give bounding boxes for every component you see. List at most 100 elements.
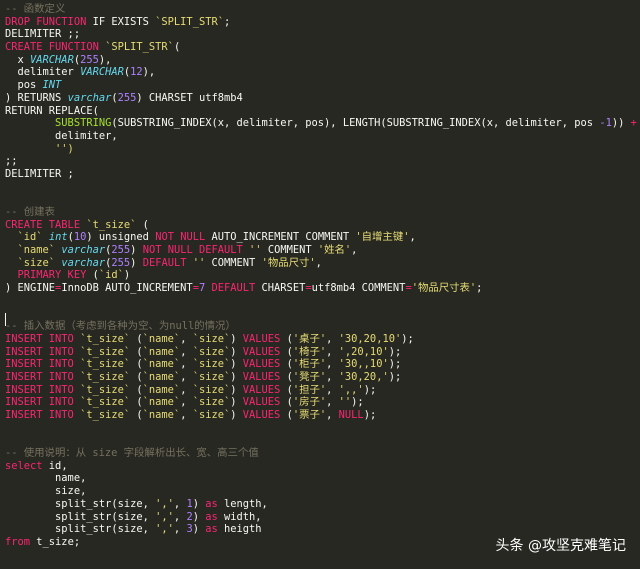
code-token: ) xyxy=(130,256,143,269)
code-line[interactable] xyxy=(5,422,640,435)
code-token: 255 xyxy=(111,244,131,257)
code-line[interactable]: delimiter VARCHAR(12), xyxy=(5,66,640,79)
code-token: , xyxy=(180,345,193,358)
code-token: -- 插入数据（考虑到各种为空、为null的情况） xyxy=(5,320,236,333)
code-line[interactable]: ;; xyxy=(5,155,640,168)
code-token: ( xyxy=(130,332,143,345)
code-token: ( xyxy=(280,370,293,383)
code-line[interactable]: -- 使用说明：从 size 字段解析出长、宽、高三个值 xyxy=(5,447,640,460)
code-token: '') xyxy=(55,142,74,155)
code-token: INSERT INTO xyxy=(5,332,74,345)
code-line[interactable]: size, xyxy=(5,485,640,498)
code-line[interactable]: `name` varchar(255) NOT NULL DEFAULT '' … xyxy=(5,244,640,257)
code-line[interactable]: name, xyxy=(5,472,640,485)
code-line[interactable]: PRIMARY KEY (`id`) xyxy=(5,269,640,282)
code-token: 10 xyxy=(73,231,87,244)
code-line[interactable]: INSERT INTO `t_size` (`name`, `size`) VA… xyxy=(5,396,640,409)
code-token: `name` xyxy=(142,332,181,345)
code-token: varchar xyxy=(61,256,106,269)
code-token: ( xyxy=(280,358,293,371)
code-token: CREATE TABLE xyxy=(5,218,81,231)
code-line[interactable]: '') xyxy=(5,143,640,156)
code-line[interactable]: x VARCHAR(255), xyxy=(5,54,640,67)
code-token: `SPLIT_STR` xyxy=(105,41,174,54)
code-token: split_str(size, xyxy=(5,510,156,523)
code-token: CREATE FUNCTION xyxy=(5,41,99,54)
code-line[interactable]: delimiter, xyxy=(5,130,640,143)
code-line[interactable]: INSERT INTO `t_size` (`name`, `size`) VA… xyxy=(5,333,640,346)
code-token: -- 使用说明：从 size 字段解析出长、宽、高三个值 xyxy=(5,447,259,460)
code-line[interactable]: DELIMITER ;; xyxy=(5,28,640,41)
code-token: ) xyxy=(230,396,243,409)
code-token: VARCHAR xyxy=(80,66,124,79)
code-line[interactable]: SUBSTRING(SUBSTRING_INDEX(x, delimiter, … xyxy=(5,117,640,130)
code-line[interactable] xyxy=(5,193,640,206)
code-line[interactable]: DELIMITER ; xyxy=(5,168,640,181)
code-line[interactable]: ) ENGINE=InnoDB AUTO_INCREMENT=7 DEFAULT… xyxy=(5,282,640,295)
code-token: delimiter xyxy=(5,66,81,79)
code-line[interactable] xyxy=(5,295,640,308)
code-line[interactable]: split_str(size, ',', 1) as length, xyxy=(5,498,640,511)
code-token: CHARSET xyxy=(255,282,306,295)
code-token: int xyxy=(48,231,68,244)
code-token: ) ENGINE xyxy=(5,282,56,295)
code-token: ( xyxy=(130,345,143,358)
code-token: ',' xyxy=(155,523,174,536)
code-line[interactable]: CREATE FUNCTION `SPLIT_STR`( xyxy=(5,41,640,54)
code-token: size, xyxy=(5,485,87,498)
code-line[interactable]: -- 函数定义 xyxy=(5,3,640,16)
code-token: ); xyxy=(363,409,377,421)
code-line[interactable] xyxy=(5,308,640,321)
code-line[interactable]: split_str(size, ',', 3) as heigth xyxy=(5,523,640,536)
code-line[interactable]: `size` varchar(255) DEFAULT '' COMMENT '… xyxy=(5,257,640,270)
code-line[interactable] xyxy=(5,434,640,447)
code-token: ',20,10' xyxy=(338,345,389,358)
code-token: INSERT INTO xyxy=(5,370,74,383)
code-token: `t_size` xyxy=(80,370,131,383)
code-token: ) xyxy=(192,523,206,536)
code-token: , xyxy=(180,383,193,396)
code-line[interactable]: INSERT INTO `t_size` (`name`, `size`) VA… xyxy=(5,358,640,371)
code-token: ) xyxy=(230,370,243,383)
code-token: ( xyxy=(280,345,293,358)
code-line[interactable]: pos INT xyxy=(5,79,640,92)
code-token: ) xyxy=(192,510,206,523)
code-token: `t_size` xyxy=(86,218,137,231)
code-token: RETURN REPLACE( xyxy=(5,104,99,117)
code-token: '物品尺寸表' xyxy=(411,282,477,295)
code-token: ( xyxy=(280,383,293,396)
code-line[interactable]: select id, xyxy=(5,460,640,473)
code-line[interactable]: INSERT INTO `t_size` (`name`, `size`) VA… xyxy=(5,384,640,397)
code-line[interactable]: -- 插入数据（考虑到各种为空、为null的情况） xyxy=(5,320,640,333)
code-token: '' xyxy=(338,396,352,409)
code-token: ) RETURNS xyxy=(5,91,68,104)
code-token: 255 xyxy=(111,256,131,269)
code-token: , xyxy=(180,332,193,345)
code-token: select xyxy=(5,459,43,472)
code-token: `name` xyxy=(17,244,56,257)
code-line[interactable]: INSERT INTO `t_size` (`name`, `size`) VA… xyxy=(5,409,640,422)
code-token: split_str(size, xyxy=(5,497,156,510)
code-token: heigth xyxy=(217,523,262,536)
code-editor[interactable]: -- 函数定义 DROP FUNCTION IF EXISTS `SPLIT_ST… xyxy=(5,3,640,549)
code-line[interactable]: CREATE TABLE `t_size` ( xyxy=(5,219,640,232)
code-token: pos xyxy=(5,79,43,92)
code-line[interactable]: `id` int(10) unsigned NOT NULL AUTO_INCR… xyxy=(5,231,640,244)
code-line[interactable]: -- 创建表 xyxy=(5,206,640,219)
code-token: DELIMITER ;; xyxy=(5,28,81,41)
code-token: `name` xyxy=(142,383,181,396)
code-line[interactable]: ) RETURNS varchar(255) CHARSET utf8mb4 xyxy=(5,92,640,105)
code-token: , xyxy=(326,383,339,396)
code-token: -- 创建表 xyxy=(5,206,55,218)
code-line[interactable]: DROP FUNCTION IF EXISTS `SPLIT_STR`; xyxy=(5,16,640,29)
code-line[interactable]: INSERT INTO `t_size` (`name`, `size`) VA… xyxy=(5,346,640,359)
code-token: -- 函数定义 xyxy=(5,3,66,15)
code-line[interactable]: INSERT INTO `t_size` (`name`, `size`) VA… xyxy=(5,371,640,384)
code-token: as xyxy=(205,523,218,536)
code-line[interactable]: split_str(size, ',', 2) as width, xyxy=(5,511,640,524)
code-token: ; xyxy=(223,15,231,28)
code-token: , xyxy=(326,358,339,371)
code-line[interactable] xyxy=(5,181,640,194)
code-line[interactable]: RETURN REPLACE( xyxy=(5,105,640,118)
